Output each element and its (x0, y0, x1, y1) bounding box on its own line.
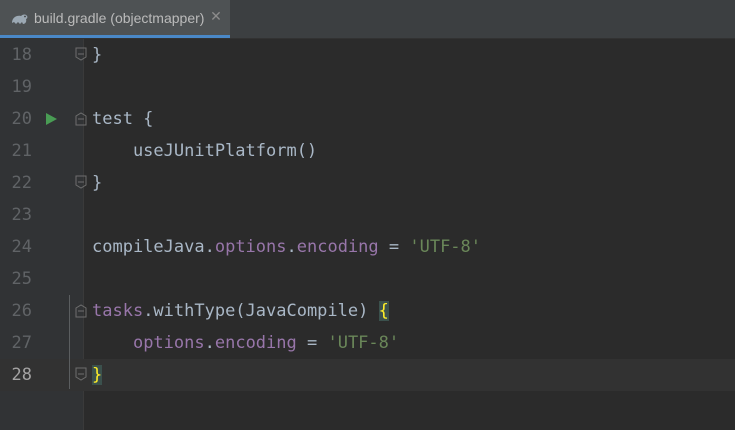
code-line[interactable]: 21 useJUnitPlatform() (0, 135, 735, 167)
code-text: } (92, 359, 103, 391)
code-text: useJUnitPlatform() (92, 141, 318, 161)
code-token-property: tasks (92, 301, 144, 321)
gradle-icon (12, 14, 28, 24)
code-text: options.encoding = 'UTF-8' (92, 327, 399, 359)
matching-brace: } (92, 365, 103, 385)
code-token-property: options (132, 333, 205, 353)
code-line[interactable]: 26 tasks.withType(JavaCompile) { (0, 295, 735, 327)
line-number: 20 (11, 109, 32, 129)
fold-start-icon[interactable] (75, 112, 87, 126)
code-text: tasks.withType(JavaCompile) { (92, 295, 389, 327)
code-token-string: 'UTF-8' (327, 333, 400, 353)
line-number: 21 (11, 141, 32, 161)
code-token: = (296, 333, 328, 353)
code-line[interactable]: 18 } (0, 39, 735, 71)
code-text: compileJava.options.encoding = 'UTF-8' (92, 231, 481, 263)
code-line[interactable]: 20 test { (0, 103, 735, 135)
code-line[interactable]: 24 compileJava.options.encoding = 'UTF-8… (0, 231, 735, 263)
fold-end-icon[interactable] (75, 367, 87, 381)
scope-indicator (69, 295, 70, 389)
code-text: } (92, 173, 103, 193)
code-line-current[interactable]: 28 } (0, 359, 735, 391)
code-text: } (92, 45, 103, 65)
code-token-string: 'UTF-8' (409, 237, 482, 257)
fold-end-icon[interactable] (75, 47, 87, 61)
line-number: 27 (11, 333, 32, 353)
code-token-property: encoding (296, 237, 379, 257)
code-line[interactable]: 22 } (0, 167, 735, 199)
line-number: 25 (11, 269, 32, 289)
code-token: compileJava (92, 237, 205, 257)
line-number: 28 (11, 365, 32, 385)
fold-end-icon[interactable] (75, 175, 87, 189)
close-icon[interactable]: ✕ (208, 8, 224, 26)
code-token-property: encoding (214, 333, 297, 353)
code-line[interactable]: 25 (0, 263, 735, 295)
tab-build-gradle[interactable]: build.gradle (objectmapper) ✕ (0, 0, 230, 38)
editor-tab-bar: build.gradle (objectmapper) ✕ (0, 0, 735, 39)
line-number: 26 (11, 301, 32, 321)
code-token: . (204, 237, 215, 257)
code-line[interactable]: 19 (0, 71, 735, 103)
code-token: . (204, 333, 215, 353)
active-tab-indicator (0, 35, 230, 38)
fold-start-icon[interactable] (75, 304, 87, 318)
matching-brace: { (378, 301, 389, 321)
code-text: test { (92, 109, 154, 129)
line-number: 22 (11, 173, 32, 193)
tab-title: build.gradle (objectmapper) (34, 10, 205, 26)
code-token: .withType(JavaCompile) (143, 301, 379, 321)
code-token-property: options (214, 237, 287, 257)
code-line[interactable]: 27 options.encoding = 'UTF-8' (0, 327, 735, 359)
code-token: = (378, 237, 410, 257)
line-number: 24 (11, 237, 32, 257)
code-line[interactable]: 23 (0, 199, 735, 231)
run-icon[interactable] (44, 112, 58, 126)
code-token: . (286, 237, 297, 257)
line-number: 19 (11, 77, 32, 97)
line-number: 23 (11, 205, 32, 225)
line-number: 18 (11, 45, 32, 65)
